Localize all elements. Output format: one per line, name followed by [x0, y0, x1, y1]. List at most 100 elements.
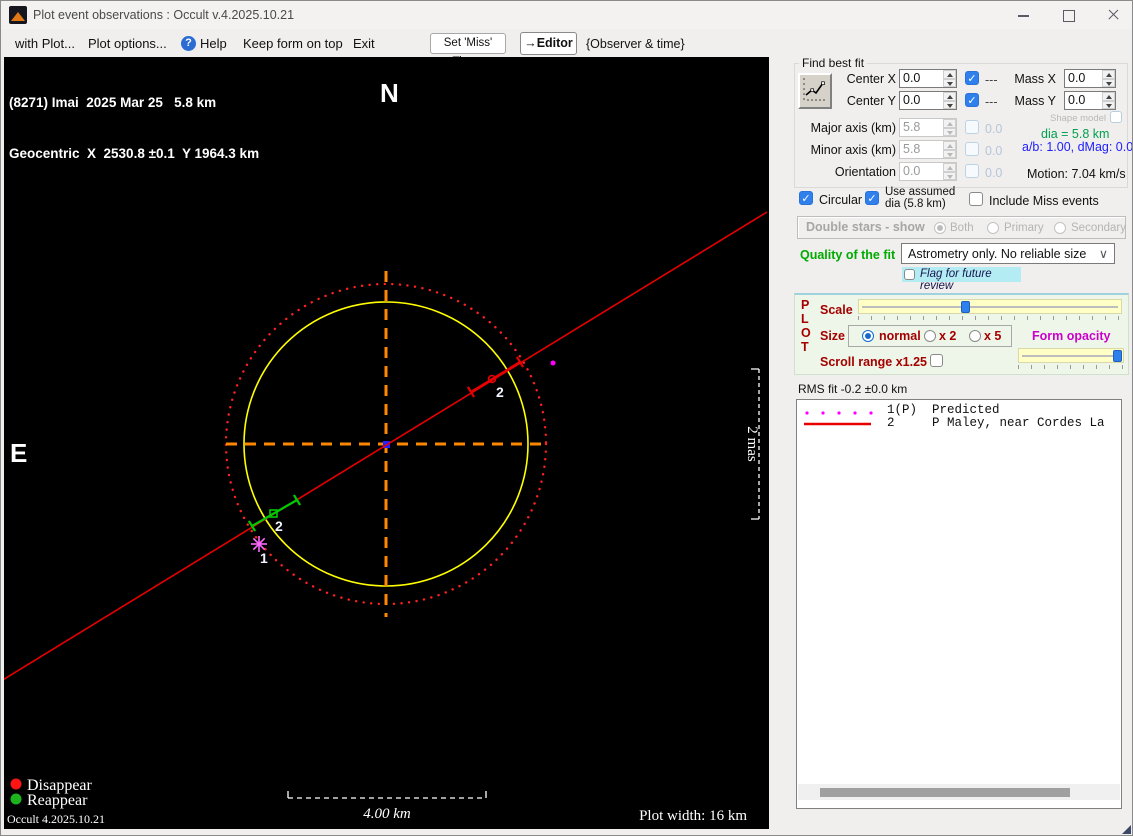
center-y-dash: ---: [985, 95, 998, 109]
orientation-spinner: [943, 163, 956, 180]
close-button[interactable]: [1091, 1, 1132, 29]
circular-checkbox[interactable]: ✓: [799, 191, 813, 205]
menu-exit[interactable]: Exit: [353, 36, 375, 51]
menu-keep-form-on-top[interactable]: Keep form on top: [243, 36, 343, 51]
mass-x-spinner[interactable]: [1102, 70, 1115, 87]
minor-axis-field: 5.8: [899, 140, 957, 159]
app-window: Plot event observations : Occult v.4.202…: [0, 0, 1133, 836]
version-label: Occult 4.2025.10.21: [7, 812, 105, 826]
scale-slider-ticks: [858, 316, 1122, 320]
app-icon: [9, 6, 27, 24]
scroll-range-checkbox[interactable]: [930, 354, 943, 367]
major-axis-checkbox: [965, 120, 979, 134]
resize-grip[interactable]: [1122, 825, 1131, 834]
center-x-value: 0.0: [903, 71, 921, 85]
list-row-observer2[interactable]: 2 P Maley, near Cordes La: [887, 416, 1105, 430]
menu-help[interactable]: Help: [200, 36, 227, 51]
major-axis-label: Major axis (km): [810, 121, 896, 135]
orientation-checkbox: [965, 164, 979, 178]
observer-list[interactable]: 1(P) Predicted 2 P Maley, near Cordes La: [796, 399, 1122, 809]
mass-y-field[interactable]: 0.0: [1064, 91, 1116, 110]
disappear-dot-icon: [10, 778, 22, 790]
list-hscrollbar-thumb[interactable]: [820, 788, 1070, 797]
form-opacity-slider[interactable]: [1018, 348, 1124, 363]
observer-time-label[interactable]: {Observer & time}: [586, 37, 685, 51]
mass-x-label: Mass X: [1014, 72, 1056, 86]
scale-slider[interactable]: [858, 299, 1122, 314]
double-stars-both-radio: [934, 222, 946, 234]
list-sample-lines: [804, 411, 873, 426]
double-stars-label: Double stars - show: [806, 220, 925, 234]
scale-slider-groove: [862, 306, 1118, 308]
mass-y-spinner[interactable]: [1102, 92, 1115, 109]
orientation-label: Orientation: [834, 165, 896, 179]
motion-text: Motion: 7.04 km/s: [1027, 167, 1126, 181]
plot-title: (8271) Imai 2025 Mar 25 5.8 km Geocentri…: [9, 60, 259, 196]
center-x-dash: ---: [985, 73, 998, 87]
include-miss-checkbox[interactable]: [969, 192, 983, 206]
use-assumed-checkbox[interactable]: ✓: [865, 191, 879, 205]
size-normal-radio[interactable]: [862, 330, 874, 342]
scale-slider-thumb[interactable]: [961, 301, 970, 313]
window-title: Plot event observations : Occult v.4.202…: [33, 8, 295, 22]
plot-title-line1: (8271) Imai 2025 Mar 25 5.8 km: [9, 95, 217, 110]
form-opacity-thumb[interactable]: [1113, 350, 1122, 362]
double-stars-secondary-radio: [1054, 222, 1066, 234]
editor-button[interactable]: →Editor: [520, 32, 577, 55]
size-x2-radio[interactable]: [924, 330, 936, 342]
form-opacity-ticks: [1018, 365, 1124, 369]
menu-with-plot[interactable]: with Plot...: [15, 36, 75, 51]
control-panel: Find best fit Center X 0.0 ✓ --- Center …: [769, 56, 1133, 835]
menu-plot-options[interactable]: Plot options...: [88, 36, 167, 51]
plot-canvas[interactable]: (8271) Imai 2025 Mar 25 5.8 km Geocentri…: [1, 57, 769, 829]
major-axis-field: 5.8: [899, 118, 957, 137]
list-hscrollbar[interactable]: [798, 784, 1120, 800]
predicted-dotted-sample: [805, 411, 873, 415]
use-assumed-label-1: Use assumed: [885, 186, 956, 198]
list-row-predicted[interactable]: 1(P) Predicted: [887, 403, 1000, 417]
scale-label: Scale: [820, 303, 853, 317]
center-x-label: Center X: [846, 72, 896, 86]
center-x-checkbox[interactable]: ✓: [965, 71, 979, 85]
double-stars-both-label: Both: [950, 222, 974, 234]
help-icon[interactable]: ?: [181, 36, 196, 51]
flag-review-label: Flag for future review: [920, 268, 992, 292]
mass-x-field[interactable]: 0.0: [1064, 69, 1116, 88]
double-stars-primary-radio: [987, 222, 999, 234]
plot-title-line2: Geocentric X 2530.8 ±0.1 Y 1964.3 km: [9, 146, 260, 161]
set-miss-times-button[interactable]: Set 'Miss' Times: [430, 33, 506, 68]
major-axis-value: 5.8: [903, 120, 921, 134]
size-x5-radio[interactable]: [969, 330, 981, 342]
center-y-field[interactable]: 0.0: [899, 91, 957, 110]
menu-bar: with Plot... Plot options... ? Help Keep…: [1, 29, 1132, 68]
shape-model-label: Shape model: [1050, 113, 1106, 124]
flag-review-checkbox[interactable]: [904, 269, 915, 280]
center-x-spinner[interactable]: [943, 70, 956, 87]
minimize-button[interactable]: [1001, 1, 1045, 29]
size-normal-label: normal: [879, 329, 921, 343]
major-axis-err: 0.0: [985, 122, 1003, 136]
quality-value: Astrometry only. No reliable size: [908, 247, 1087, 261]
magenta-dot: [550, 360, 556, 366]
use-assumed-label-2: dia (5.8 km): [885, 198, 946, 210]
quality-dropdown[interactable]: Astrometry only. No reliable size ∨: [901, 243, 1115, 264]
center-y-spinner[interactable]: [943, 92, 956, 109]
green-chord-label: 2: [275, 518, 283, 534]
maximize-button[interactable]: [1046, 1, 1090, 29]
double-stars-group: Double stars - show Both Primary Seconda…: [797, 216, 1126, 239]
ab-dmag-text: a/b: 1.00, dMag: 0.00: [1022, 140, 1133, 154]
center-y-checkbox[interactable]: ✓: [965, 93, 979, 107]
quality-label: Quality of the fit: [800, 248, 896, 262]
circular-label: Circular: [819, 193, 863, 207]
orientation-field: 0.0: [899, 162, 957, 181]
minor-axis-spinner: [943, 141, 956, 158]
center-x-field[interactable]: 0.0: [899, 69, 957, 88]
plot-letter-t: T: [801, 340, 809, 354]
center-y-value: 0.0: [903, 93, 921, 107]
plot-letter-o: O: [801, 326, 811, 340]
north-label: N: [380, 78, 399, 108]
double-stars-secondary-label: Secondary: [1071, 222, 1126, 234]
shape-model-checkbox[interactable]: [1110, 111, 1122, 123]
minor-axis-label: Minor axis (km): [810, 143, 896, 157]
center-y-label: Center Y: [846, 94, 896, 108]
